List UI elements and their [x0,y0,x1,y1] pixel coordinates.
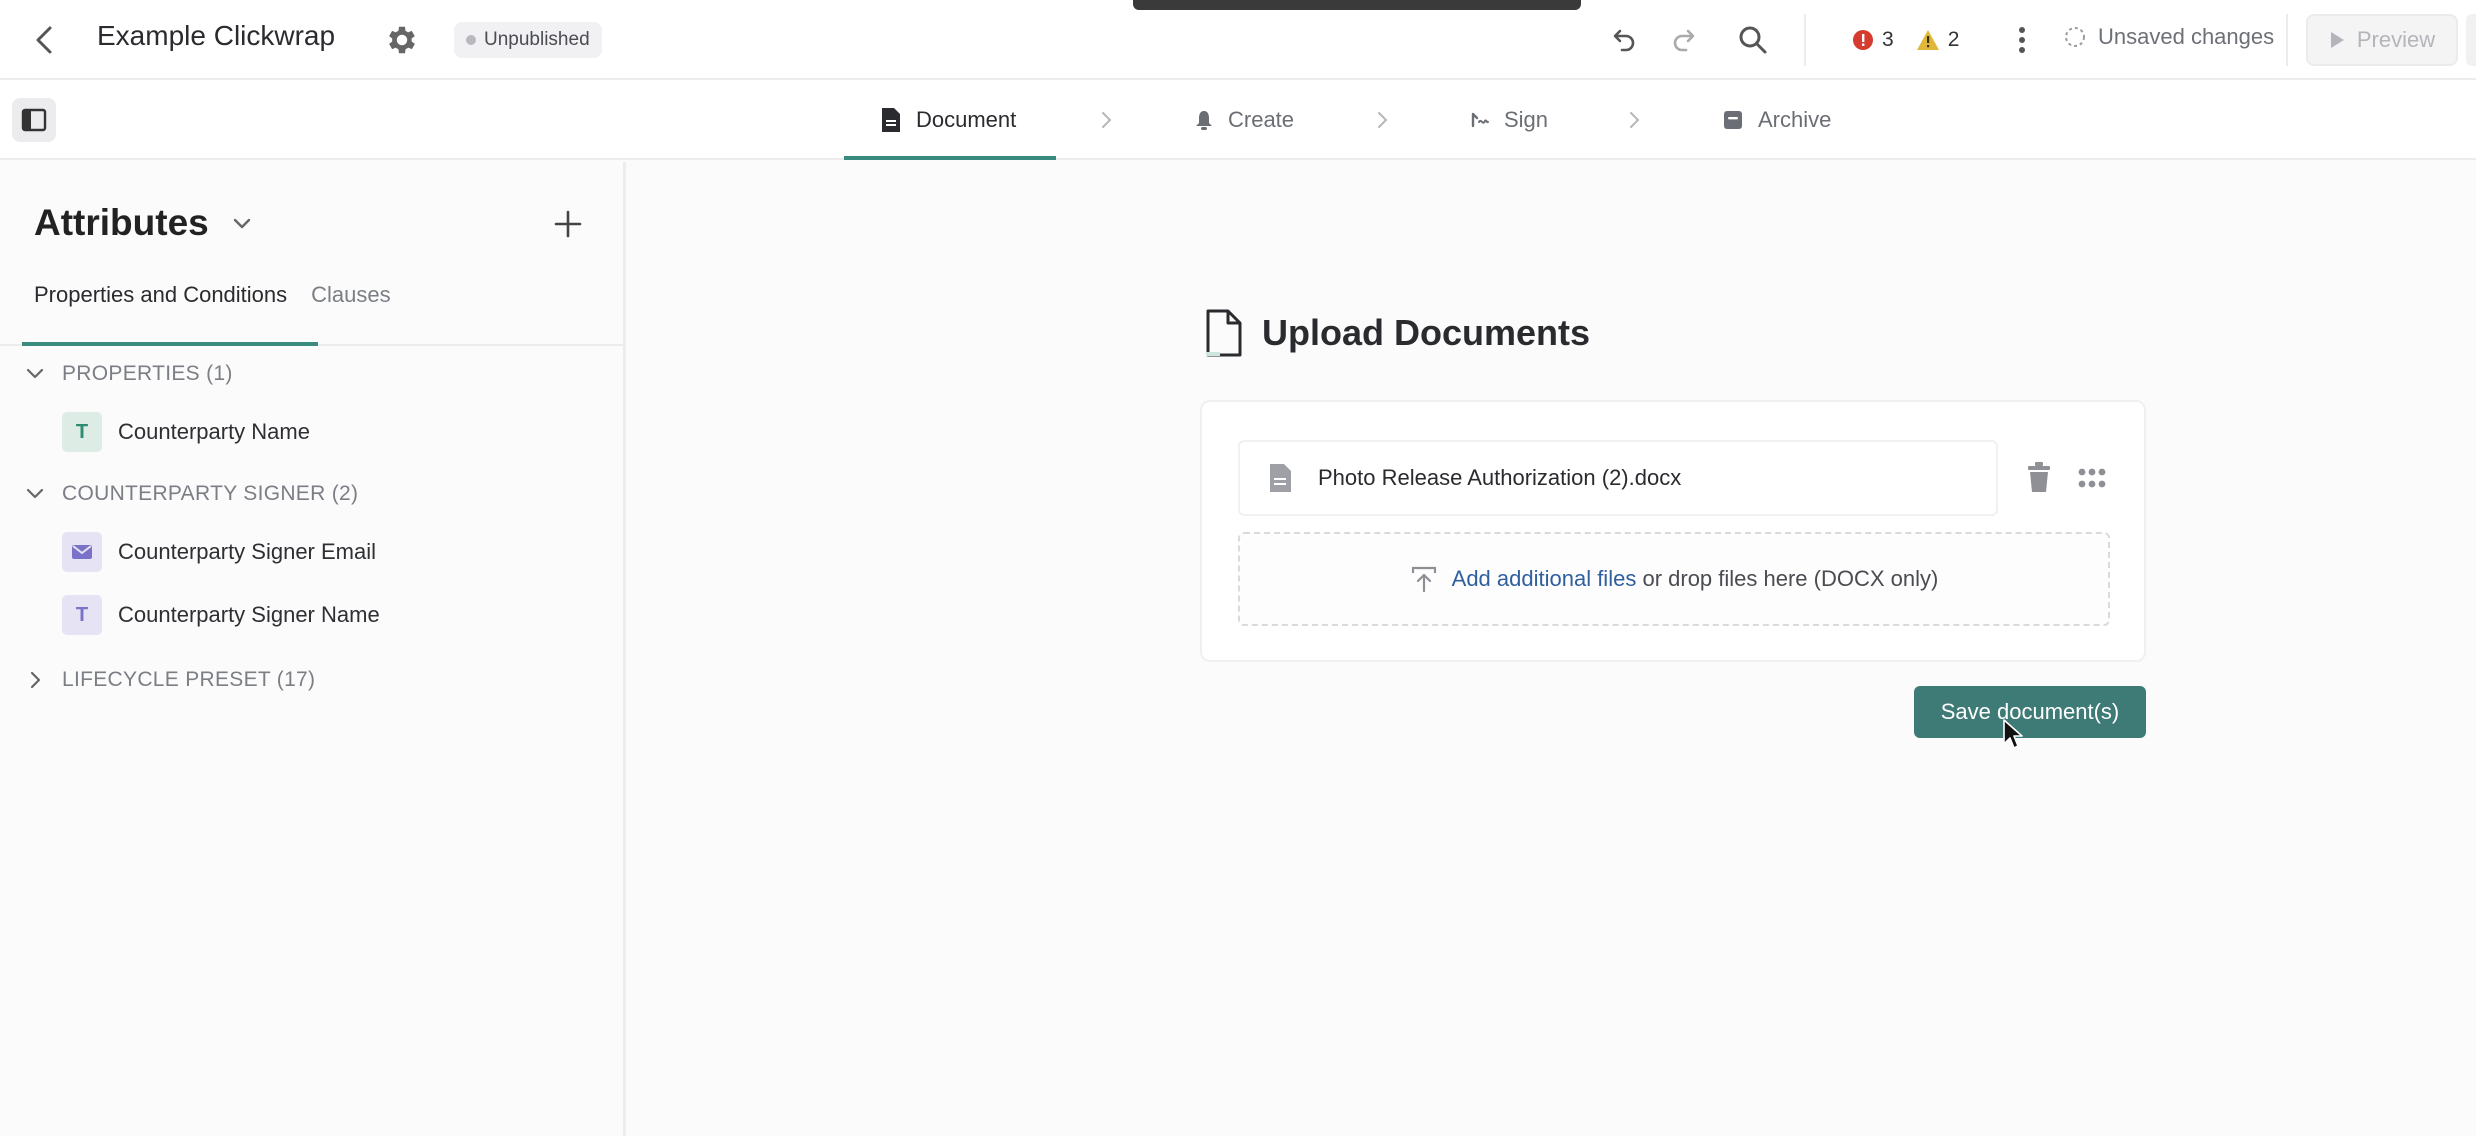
search-icon[interactable] [1733,20,1773,60]
uploaded-file[interactable]: Photo Release Authorization (2).docx [1238,440,1998,516]
chevron-right-icon [1630,112,1640,128]
play-icon [2330,32,2344,48]
error-count[interactable]: 3 [1852,28,1894,52]
active-step-indicator [844,156,1056,160]
document-outline-icon [1206,309,1242,357]
step-archive[interactable]: Archive [1722,80,1831,160]
chevron-right-icon [30,671,41,689]
status-label: Unpublished [484,29,590,50]
add-attribute-icon[interactable] [548,204,588,244]
bell-icon [1196,111,1212,130]
page-title: Upload Documents [1262,312,1591,353]
tab-properties-and-conditions[interactable]: Properties and Conditions [22,282,299,330]
document-icon [882,108,900,132]
file-name: Photo Release Authorization (2).docx [1318,465,1682,490]
save-status-label: Unsaved changes [2098,24,2275,49]
undo-icon[interactable] [1604,22,1640,58]
chevron-down-icon [26,368,44,379]
dropzone-hint: or drop files here (DOCX only) [1642,566,1939,591]
sidebar-toggle-icon[interactable] [12,98,56,142]
chevron-right-icon [1102,112,1112,128]
chevron-down-icon [233,218,250,229]
group-label: COUNTERPARTY SIGNER (2) [62,482,359,505]
loading-spinner-icon [2065,27,2085,47]
step-create[interactable]: Create [1194,80,1294,160]
warning-count[interactable]: 2 [1916,28,1960,52]
attribute-label: Counterparty Signer Email [118,539,377,564]
file-dropzone[interactable]: Add additional files or drop files here … [1238,532,2110,626]
add-files-link[interactable]: Add additional files [1452,566,1637,591]
status-badge: Unpublished [454,22,602,58]
toolbar-divider [2286,14,2288,66]
top-bar: Example Clickwrap Unpublished 3 2 Unsave… [0,0,2476,80]
window-handle [1133,0,1581,10]
tab-clauses[interactable]: Clauses [299,282,402,330]
group-label: PROPERTIES (1) [62,362,233,385]
signature-icon [1471,112,1489,128]
status-dot [466,35,476,45]
sidebar-title: Attributes [34,202,209,243]
error-icon [1853,30,1873,50]
step-label: Sign [1504,107,1549,132]
attribute-item[interactable]: T Counterparty Signer Name [62,595,380,635]
more-options-icon[interactable] [2004,20,2040,60]
file-icon [1270,464,1291,492]
step-label: Archive [1758,107,1832,132]
preview-button[interactable]: Preview [2306,14,2458,66]
back-icon[interactable] [28,22,64,58]
workflow-steps: Document Create Sign Archive [0,80,2476,160]
warning-icon [1916,30,1939,50]
step-label: Document [916,107,1017,132]
attributes-dropdown[interactable]: Attributes [34,202,255,244]
attribute-label: Counterparty Signer Name [118,602,380,627]
attributes-sidebar: Attributes Properties and Conditions Cla… [0,162,626,1136]
step-sign[interactable]: Sign [1470,80,1548,160]
trash-icon[interactable] [2022,460,2056,496]
validation-summary[interactable]: 3 2 [1852,24,1971,56]
step-label: Create [1228,107,1295,132]
sidebar-tabs: Properties and Conditions Clauses [22,282,403,330]
chevron-down-icon [26,488,44,499]
save-documents-button[interactable]: Save document(s) [1914,686,2146,738]
group-lifecycle-preset[interactable]: LIFECYCLE PRESET (17) [24,668,315,692]
redo-icon[interactable] [1668,22,1704,58]
envelope-icon [62,532,102,572]
error-count-value: 3 [1882,28,1894,51]
group-counterparty-signer[interactable]: COUNTERPARTY SIGNER (2) [24,482,358,506]
upload-header: Upload Documents [1204,308,1590,358]
active-tab-indicator [22,342,318,346]
attribute-item[interactable]: Counterparty Signer Email [62,532,376,572]
upload-card: Photo Release Authorization (2).docx Add… [1200,400,2146,662]
archive-icon [1724,111,1742,129]
drag-handle-icon[interactable] [2074,462,2110,494]
preview-label: Preview [2356,27,2436,52]
warning-count-value: 2 [1947,28,1960,51]
group-label: LIFECYCLE PRESET (17) [62,668,316,691]
document-title[interactable]: Example Clickwrap [97,20,335,52]
toolbar-divider [1804,14,1806,66]
save-status: Unsaved changes [2064,24,2274,50]
text-type-icon: T [62,412,102,452]
attribute-item[interactable]: T Counterparty Name [62,412,310,452]
group-properties[interactable]: PROPERTIES (1) [24,362,233,386]
text-type-icon: T [62,595,102,635]
publish-button-edge[interactable] [2466,14,2476,66]
settings-gear-icon[interactable] [384,22,420,58]
attribute-label: Counterparty Name [118,419,310,444]
chevron-right-icon [1378,112,1388,128]
upload-icon [1411,566,1436,593]
step-document[interactable]: Document [880,80,1016,160]
